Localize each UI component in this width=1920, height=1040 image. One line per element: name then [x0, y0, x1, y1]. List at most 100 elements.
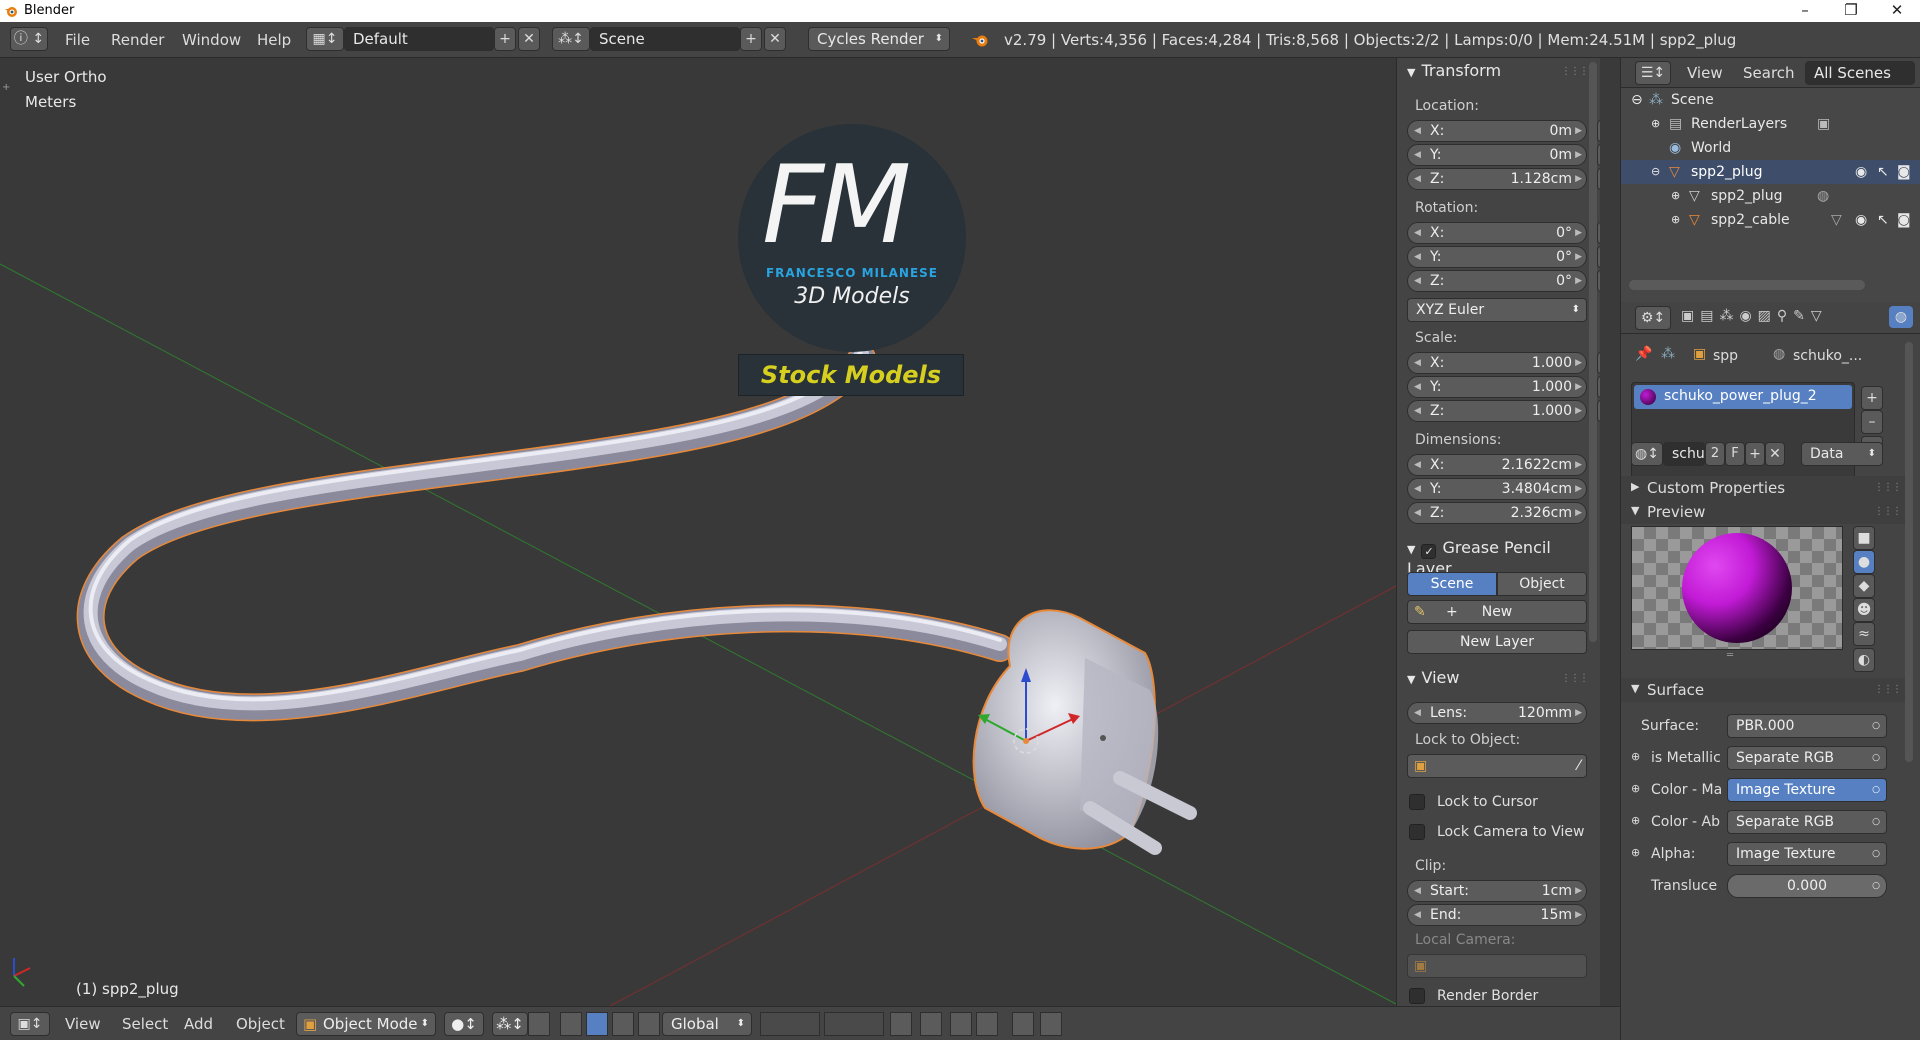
- preview-flat-icon[interactable]: ■: [1853, 526, 1875, 550]
- lock-object-field[interactable]: ▣ ⁄: [1407, 754, 1587, 778]
- pin-icon[interactable]: 📌: [1635, 346, 1652, 362]
- outliner-editor-type-icon[interactable]: ☰↕: [1635, 61, 1671, 85]
- scale-y-field[interactable]: ◀ Y: 1.000 ▶: [1407, 376, 1587, 398]
- location-x-field[interactable]: ◀ X: 0m ▶: [1407, 120, 1587, 142]
- outliner-item-world[interactable]: ◉ World: [1621, 136, 1920, 160]
- outliner-item-scene[interactable]: ⊖ ⁂ Scene: [1621, 88, 1920, 112]
- rotation-x-field[interactable]: ◀ X: 0° ▶: [1407, 222, 1587, 244]
- expand-icon[interactable]: ⊕: [1671, 184, 1680, 208]
- lock-camera-checkbox[interactable]: [1409, 824, 1425, 840]
- translate-manipulator-icon[interactable]: [560, 1012, 582, 1036]
- material-link-select[interactable]: Data ⬍: [1801, 442, 1883, 466]
- visibility-eye-icon[interactable]: ◉: [1855, 160, 1867, 184]
- rotation-y-field[interactable]: ◀ Y: 0° ▶: [1407, 246, 1587, 268]
- properties-editor-type-icon[interactable]: ⚙↕: [1635, 306, 1671, 330]
- opengl-render-icon[interactable]: [1012, 1012, 1034, 1036]
- preview-hair-icon[interactable]: ≈: [1853, 622, 1875, 646]
- snap-element-icon[interactable]: [976, 1012, 998, 1036]
- translucency-slider[interactable]: 0.000 ○: [1727, 874, 1887, 898]
- color-ma-input-select[interactable]: Image Texture ○: [1727, 778, 1887, 802]
- lock-location-y-icon[interactable]: [1597, 144, 1600, 166]
- layer-buttons-b[interactable]: [824, 1012, 884, 1036]
- remove-material-slot-button[interactable]: –: [1861, 410, 1883, 434]
- lock-rotation-z-icon[interactable]: [1597, 270, 1600, 292]
- outliner-item-spp2-plug-mesh[interactable]: ⊕ ▽ spp2_plug ◍: [1621, 184, 1920, 208]
- tab-grease-pencil-object[interactable]: Object: [1497, 572, 1587, 596]
- properties-scrollbar[interactable]: [1905, 342, 1913, 762]
- lock-location-z-icon[interactable]: [1597, 168, 1600, 190]
- scene-field[interactable]: Scene: [590, 27, 740, 51]
- expand-input-icon[interactable]: ⊕: [1631, 782, 1640, 795]
- lock-to-cursor-checkbox[interactable]: [1409, 794, 1425, 810]
- editor-type-3d-view-icon[interactable]: ▣↕: [10, 1012, 50, 1036]
- cable-mesh[interactable]: [76, 344, 1014, 722]
- editor-type-info-icon[interactable]: ⓘ ↕: [10, 27, 48, 51]
- close-button[interactable]: ✕: [1874, 0, 1920, 22]
- panel-grip-icon[interactable]: ⋮⋮⋮: [1561, 673, 1589, 684]
- maximize-button[interactable]: ❐: [1828, 0, 1874, 22]
- surface-panel-header[interactable]: ▼ Surface ⋮⋮⋮: [1621, 678, 1913, 702]
- is-metallic-input-select[interactable]: Separate RGB ○: [1727, 746, 1887, 770]
- outliner-hscrollbar[interactable]: [1629, 280, 1865, 290]
- preview-resize-grip-icon[interactable]: ═: [1727, 650, 1733, 661]
- location-y-field[interactable]: ◀ Y: 0m ▶: [1407, 144, 1587, 166]
- unlink-material-button[interactable]: ✕: [1765, 442, 1785, 466]
- sidebar-scrollbar[interactable]: [1589, 62, 1597, 642]
- snap-toggle-icon[interactable]: [950, 1012, 972, 1036]
- add-layout-button[interactable]: +: [494, 27, 516, 51]
- preview-sphere-icon[interactable]: ●: [1853, 550, 1875, 574]
- screen-layout-field[interactable]: Default: [344, 27, 494, 51]
- lock-scale-x-icon[interactable]: [1597, 352, 1600, 374]
- menu-window[interactable]: Window: [182, 31, 241, 49]
- viewport-scene[interactable]: [0, 58, 1396, 1006]
- menu-select[interactable]: Select: [122, 1015, 168, 1033]
- dimensions-z-field[interactable]: ◀ Z: 2.326cm ▶: [1407, 502, 1587, 524]
- lock-scale-z-icon[interactable]: [1597, 400, 1600, 422]
- panel-grip-icon[interactable]: ⋮⋮⋮: [1874, 482, 1902, 493]
- selectable-cursor-icon[interactable]: ↖: [1877, 208, 1889, 232]
- collapse-icon[interactable]: ⊖: [1651, 160, 1660, 184]
- fake-user-button[interactable]: F: [1725, 442, 1745, 466]
- lock-rotation-y-icon[interactable]: [1597, 246, 1600, 268]
- remove-layout-button[interactable]: ✕: [518, 27, 540, 51]
- scene-selector-icon[interactable]: ⁂↕: [552, 27, 590, 51]
- layer-buttons-a[interactable]: [760, 1012, 820, 1036]
- material-name-field[interactable]: schu: [1663, 442, 1705, 466]
- lens-field[interactable]: ◀ Lens: 120mm ▶: [1407, 702, 1587, 724]
- new-material-button[interactable]: +: [1745, 442, 1765, 466]
- renderable-camera-icon[interactable]: ◙: [1897, 160, 1911, 184]
- visibility-eye-icon[interactable]: ◉: [1855, 208, 1867, 232]
- alpha-input-select[interactable]: Image Texture ○: [1727, 842, 1887, 866]
- rotation-z-field[interactable]: ◀ Z: 0° ▶: [1407, 270, 1587, 292]
- panel-grip-icon[interactable]: ⋮⋮⋮: [1561, 66, 1589, 77]
- scale-x-field[interactable]: ◀ X: 1.000 ▶: [1407, 352, 1587, 374]
- properties-context-tabs[interactable]: ▣▤⁂◉▨⚲✎▽: [1681, 308, 1828, 324]
- render-engine-select[interactable]: Cycles Render ⬍: [808, 27, 950, 51]
- dimensions-y-field[interactable]: ◀ Y: 3.4804cm ▶: [1407, 478, 1587, 500]
- custom-properties-panel-header[interactable]: ▶ Custom Properties ⋮⋮⋮: [1621, 476, 1913, 500]
- expand-icon[interactable]: ⊕: [1671, 208, 1680, 232]
- expand-icon[interactable]: ⊕: [1651, 112, 1660, 136]
- outliner-item-spp2-cable[interactable]: ⊕ ▽ spp2_cable ▽ ◉ ↖ ◙: [1621, 208, 1920, 232]
- dimensions-x-field[interactable]: ◀ X: 2.1622cm ▶: [1407, 454, 1587, 476]
- outliner-menu-search[interactable]: Search: [1743, 64, 1795, 82]
- add-scene-button[interactable]: +: [740, 27, 762, 51]
- clip-start-field[interactable]: ◀ Start: 1cm ▶: [1407, 880, 1587, 902]
- lock-rotation-x-icon[interactable]: [1597, 222, 1600, 244]
- manipulator-toggle-icon[interactable]: [528, 1012, 550, 1036]
- rotation-mode-select[interactable]: XYZ Euler ⬍: [1407, 298, 1587, 322]
- scale-z-field[interactable]: ◀ Z: 1.000 ▶: [1407, 400, 1587, 422]
- preview-cube-icon[interactable]: ◆: [1853, 574, 1875, 598]
- menu-file[interactable]: File: [65, 31, 90, 49]
- lock-location-x-icon[interactable]: [1597, 120, 1600, 142]
- expand-input-icon[interactable]: ⊕: [1631, 846, 1640, 859]
- screen-layout-icon[interactable]: ▦↕: [306, 27, 344, 51]
- color-ab-input-select[interactable]: Separate RGB ○: [1727, 810, 1887, 834]
- new-grease-pencil-button[interactable]: ✎ + New: [1407, 600, 1587, 624]
- clip-end-field[interactable]: ◀ End: 15m ▶: [1407, 904, 1587, 926]
- preview-monkey-icon[interactable]: ☻: [1853, 598, 1875, 622]
- remove-scene-button[interactable]: ✕: [764, 27, 786, 51]
- new-layer-button[interactable]: New Layer: [1407, 630, 1587, 654]
- preview-world-icon[interactable]: ◐: [1853, 648, 1875, 672]
- panel-grip-icon[interactable]: ⋮⋮⋮: [1874, 506, 1902, 517]
